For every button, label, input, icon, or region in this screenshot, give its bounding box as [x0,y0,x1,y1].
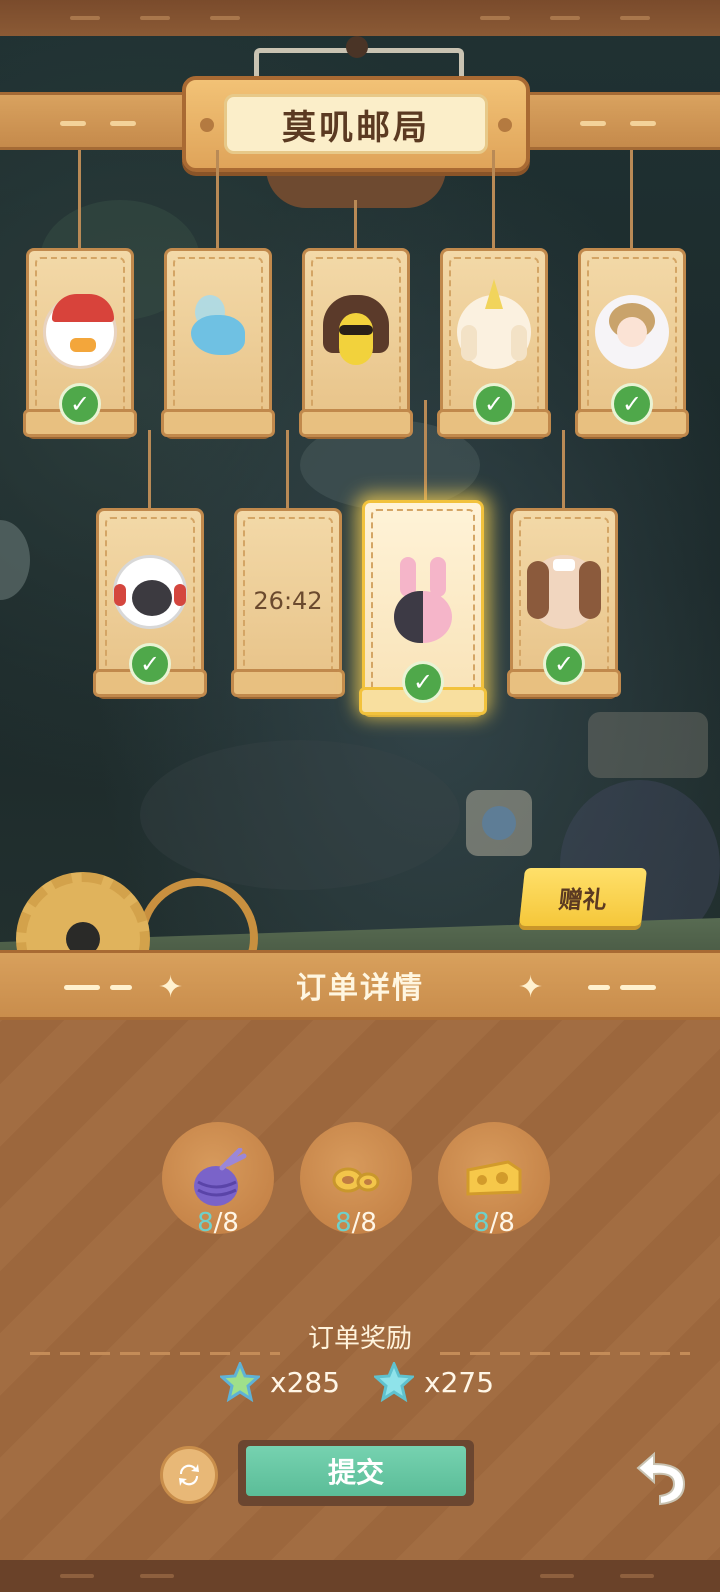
check-icon: ✓ [473,383,515,425]
item-count: 8/8 [197,1208,239,1238]
item-count: 8/8 [473,1208,515,1238]
order-tag[interactable] [161,248,275,437]
item-count: 8/8 [335,1208,377,1238]
reward-title: 订单奖励 [307,1324,412,1354]
back-button[interactable] [634,1446,690,1506]
section-header: ✦ 订单详情 ✦ [0,950,720,1020]
check-icon: ✓ [402,661,444,703]
reward-item: x275 [374,1362,494,1402]
banana-portrait [319,295,393,369]
sparkle-icon: ✦ [158,970,184,1005]
green-star-icon [220,1362,260,1402]
order-tag[interactable]: ✓ [93,508,207,697]
blue-bird-portrait [181,295,255,369]
yarn-ball-icon [482,806,516,840]
order-tag[interactable]: ✓ [23,248,137,437]
cooldown-timer: 26:42 [253,587,323,615]
hanger-knob [346,36,368,58]
hat-glasses-chip[interactable] [588,712,708,778]
undo-arrow-icon [636,1451,686,1506]
dog-bow-portrait [527,555,601,629]
gorilla-headphones-portrait [113,555,187,629]
order-tag[interactable]: ✓ [437,248,551,437]
reward-item: x285 [220,1362,340,1402]
submit-label: 提交 [246,1446,466,1496]
purple-yarn-icon [194,1148,247,1206]
gift-button[interactable]: 赠礼 [518,868,648,926]
check-icon: ✓ [611,383,653,425]
order-tag[interactable]: ✓ [575,248,689,437]
top-beam [0,0,720,36]
order-tag[interactable]: ✓ [507,508,621,697]
duck-cap-portrait [43,294,117,369]
yarn-chip[interactable] [466,790,532,856]
order-tag[interactable] [299,248,413,437]
refresh-icon [179,1464,199,1486]
check-icon: ✓ [543,643,585,685]
title-sign: 莫叽邮局 [182,76,530,172]
check-icon: ✓ [59,383,101,425]
screw-icon [200,118,214,132]
tent-decor [140,740,460,890]
pink-rabbit-portrait [386,557,460,647]
girl-portrait [595,295,669,369]
order-tag-pending[interactable]: 26:42 [231,508,345,697]
submit-button[interactable]: 提交 [238,1440,474,1506]
page-title: 莫叽邮局 [282,107,430,148]
party-bunny-portrait [457,279,531,369]
order-tag-selected[interactable]: ✓ [359,500,487,715]
side-bubble [0,520,30,600]
screw-icon [498,118,512,132]
check-icon: ✓ [129,643,171,685]
gold-rings-icon [332,1167,380,1193]
cheese-icon [466,1160,522,1196]
sparkle-icon: ✦ [518,970,544,1005]
bottom-strip [0,1560,720,1592]
refresh-button[interactable] [160,1446,218,1504]
section-title: 订单详情 [296,971,424,1006]
blue-star-icon [374,1362,414,1402]
